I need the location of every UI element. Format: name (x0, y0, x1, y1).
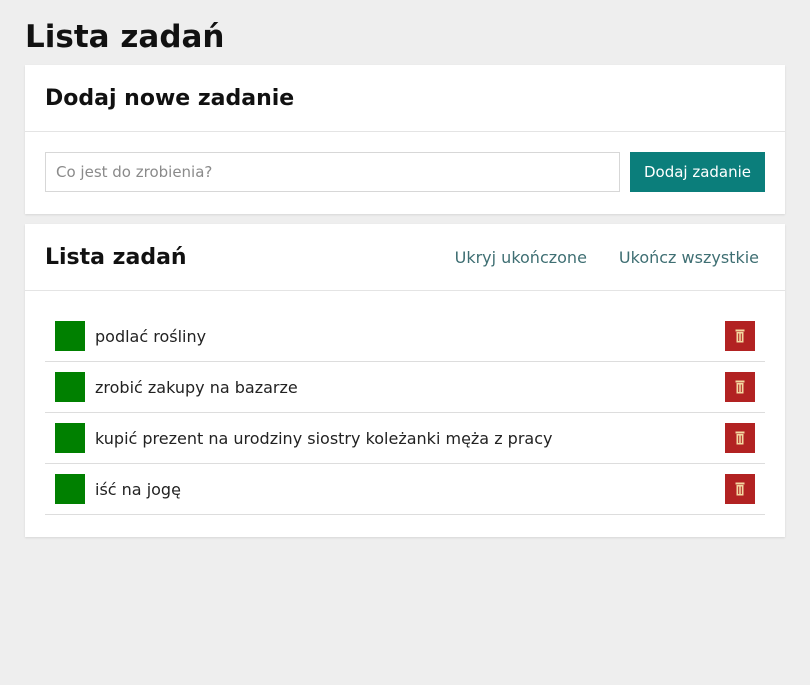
add-task-button[interactable]: Dodaj zadanie (630, 152, 765, 192)
task-text: iść na jogę (95, 479, 181, 499)
task-checkbox[interactable] (55, 423, 85, 453)
task-list-panel: Lista zadań Ukryj ukończone Ukończ wszys… (25, 224, 785, 537)
task-checkbox[interactable] (55, 372, 85, 402)
trash-icon (735, 329, 745, 343)
add-task-form: Dodaj zadanie (25, 132, 785, 212)
task-list: podlać rośliny zrobić zakupy na bazarze (25, 291, 785, 515)
task-row: podlać rośliny (45, 311, 765, 362)
task-list-title: Lista zadań (45, 244, 187, 270)
add-task-title: Dodaj nowe zadanie (45, 85, 295, 111)
page-title: Lista zadań (25, 19, 225, 55)
delete-task-button[interactable] (725, 474, 755, 504)
add-task-panel: Dodaj nowe zadanie Dodaj zadanie (25, 65, 785, 214)
trash-icon (735, 431, 745, 445)
task-row: iść na jogę (45, 464, 765, 515)
task-text: podlać rośliny (95, 326, 207, 346)
task-text: zrobić zakupy na bazarze (95, 377, 298, 397)
task-list-header: Lista zadań Ukryj ukończone Ukończ wszys… (25, 224, 785, 291)
new-task-input[interactable] (45, 152, 620, 192)
task-row: zrobić zakupy na bazarze (45, 362, 765, 413)
task-text: kupić prezent na urodziny siostry koleża… (95, 428, 553, 448)
add-task-header: Dodaj nowe zadanie (25, 65, 785, 132)
task-list-actions: Ukryj ukończone Ukończ wszystkie (455, 248, 759, 267)
delete-task-button[interactable] (725, 372, 755, 402)
delete-task-button[interactable] (725, 321, 755, 351)
task-checkbox[interactable] (55, 321, 85, 351)
trash-icon (735, 380, 745, 394)
complete-all-link[interactable]: Ukończ wszystkie (619, 248, 759, 267)
hide-completed-link[interactable]: Ukryj ukończone (455, 248, 587, 267)
delete-task-button[interactable] (725, 423, 755, 453)
task-row: kupić prezent na urodziny siostry koleża… (45, 413, 765, 464)
trash-icon (735, 482, 745, 496)
task-checkbox[interactable] (55, 474, 85, 504)
